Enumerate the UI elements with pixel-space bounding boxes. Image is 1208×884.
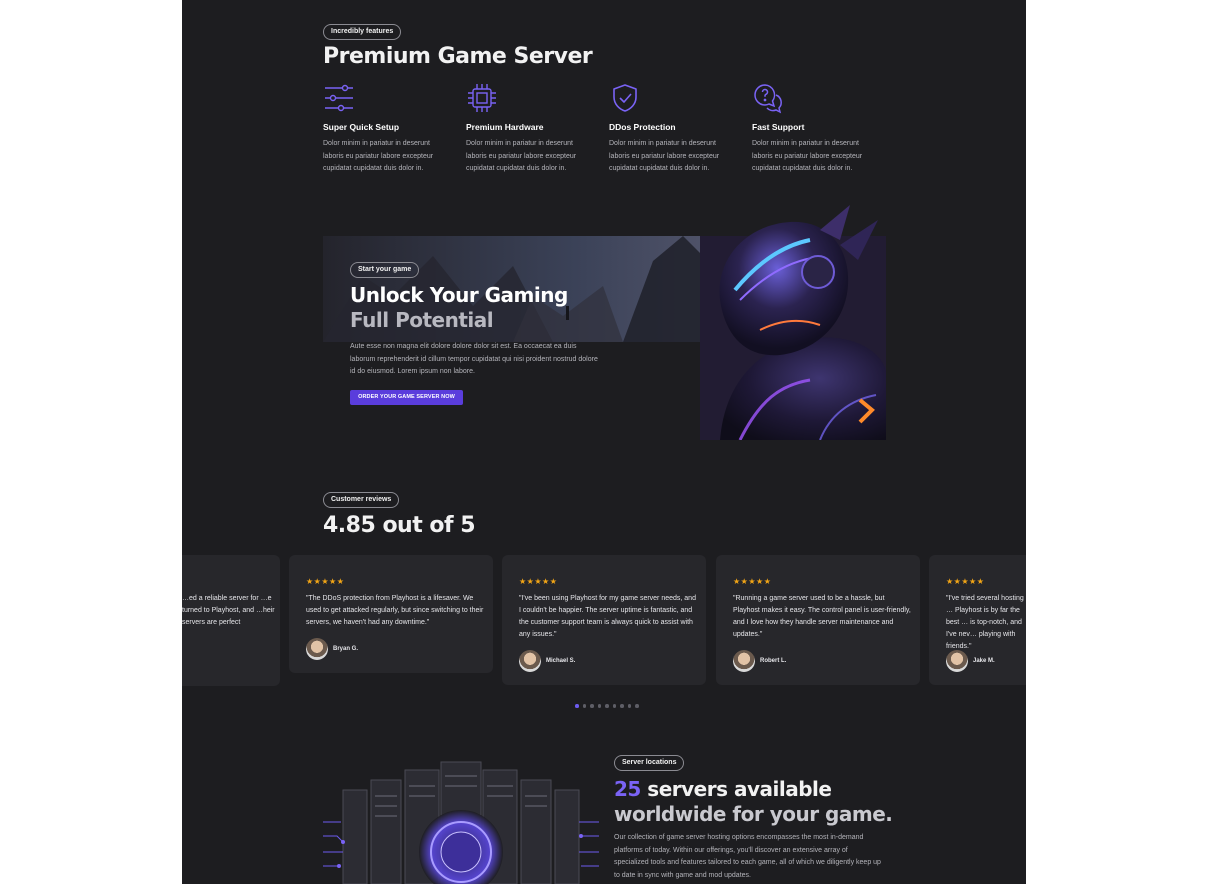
- carousel-dot[interactable]: [575, 704, 579, 708]
- avatar: [306, 638, 328, 660]
- reviews-badge: Customer reviews: [323, 492, 400, 508]
- locations-badge: Server locations: [614, 755, 685, 771]
- review-card: ★★★★★ "I've been using Playhost for my g…: [502, 555, 706, 685]
- reviewer-name: Bryan G.: [333, 646, 359, 652]
- shield-check-icon: [613, 84, 637, 112]
- carousel-dot[interactable]: [582, 704, 586, 708]
- feature-desc: Dolor minim in pariatur in deserunt labo…: [609, 140, 720, 172]
- review-text: "The DDoS protection from Playhost is a …: [306, 595, 484, 626]
- feature-super-quick-setup: Super Quick Setup Dolor minim in pariatu…: [323, 82, 448, 176]
- server-rack-image: [323, 761, 599, 884]
- review-text: …ed a reliable server for …e turned to P…: [182, 595, 275, 626]
- feature-title: DDos Protection: [609, 122, 676, 132]
- reviewer-name: Michael S.: [546, 658, 576, 664]
- rating-summary: 4.85 out of 5: [323, 513, 476, 538]
- locations-title-rest: servers available: [640, 777, 832, 801]
- feature-fast-support: Fast Support Dolor minim in pariatur in …: [752, 82, 877, 176]
- features-title: Premium Game Server: [323, 44, 593, 69]
- rating-stars: ★★★★★: [306, 577, 345, 586]
- rating-stars: ★★★★★: [519, 577, 558, 586]
- carousel-dot[interactable]: [605, 704, 609, 708]
- cpu-chip-icon: [468, 84, 496, 112]
- features-badge: Incredibly features: [323, 24, 402, 40]
- order-server-button[interactable]: ORDER YOUR GAME SERVER NOW: [350, 390, 463, 405]
- avatar: [519, 650, 541, 672]
- feature-desc: Dolor minim in pariatur in deserunt labo…: [466, 140, 577, 172]
- feature-title: Fast Support: [752, 122, 805, 132]
- server-count: 25: [614, 777, 641, 801]
- avatar: [946, 650, 968, 672]
- feature-desc: Dolor minim in pariatur in deserunt labo…: [323, 140, 434, 172]
- carousel-dot[interactable]: [590, 704, 594, 708]
- review-card: ★★★★★ "The DDoS protection from Playhost…: [289, 555, 493, 673]
- feature-title: Premium Hardware: [466, 122, 544, 132]
- avatar: [733, 650, 755, 672]
- feature-premium-hardware: Premium Hardware Dolor minim in pariatur…: [466, 82, 591, 176]
- carousel-dot[interactable]: [620, 704, 624, 708]
- rating-stars: ★★★★★: [946, 577, 985, 586]
- banner-badge: Start your game: [350, 262, 420, 278]
- carousel-dot[interactable]: [627, 704, 631, 708]
- carousel-dot[interactable]: [597, 704, 601, 708]
- banner-title-line1: Unlock Your Gaming: [350, 283, 568, 307]
- review-text: "I've tried several hosting … Playhost i…: [946, 595, 1024, 650]
- reviewer-name: Jake M.: [973, 658, 995, 664]
- page: Incredibly features Premium Game Server …: [182, 0, 1026, 884]
- banner-description: Aute esse non magna elit dolore dolore d…: [350, 343, 598, 375]
- rating-stars: ★★★★★: [733, 577, 772, 586]
- review-card: ★★★★★ "I've tried several hosting … Play…: [929, 555, 1026, 685]
- carousel-dot[interactable]: [635, 704, 639, 708]
- review-text: "Running a game server used to be a hass…: [733, 595, 911, 638]
- support-chat-icon: [754, 84, 782, 114]
- review-card: ★★★★★ "Running a game server used to be …: [716, 555, 920, 685]
- locations-description: Our collection of game server hosting op…: [614, 834, 881, 880]
- locations-title-line1: 25 servers available: [614, 777, 832, 801]
- reviewer-name: Robert L.: [760, 658, 787, 664]
- sliders-icon: [325, 84, 353, 112]
- carousel-pagination: [575, 704, 639, 708]
- review-card: …ed a reliable server for …e turned to P…: [182, 555, 280, 686]
- armored-gamer-image: [700, 205, 886, 440]
- review-text: "I've been using Playhost for my game se…: [519, 595, 696, 638]
- feature-desc: Dolor minim in pariatur in deserunt labo…: [752, 140, 863, 172]
- carousel-dot[interactable]: [612, 704, 616, 708]
- banner-title-line2: Full Potential: [350, 308, 494, 332]
- feature-ddos-protection: DDos Protection Dolor minim in pariatur …: [609, 82, 734, 176]
- feature-title: Super Quick Setup: [323, 122, 400, 132]
- locations-title-line2: worldwide for your game.: [614, 802, 893, 826]
